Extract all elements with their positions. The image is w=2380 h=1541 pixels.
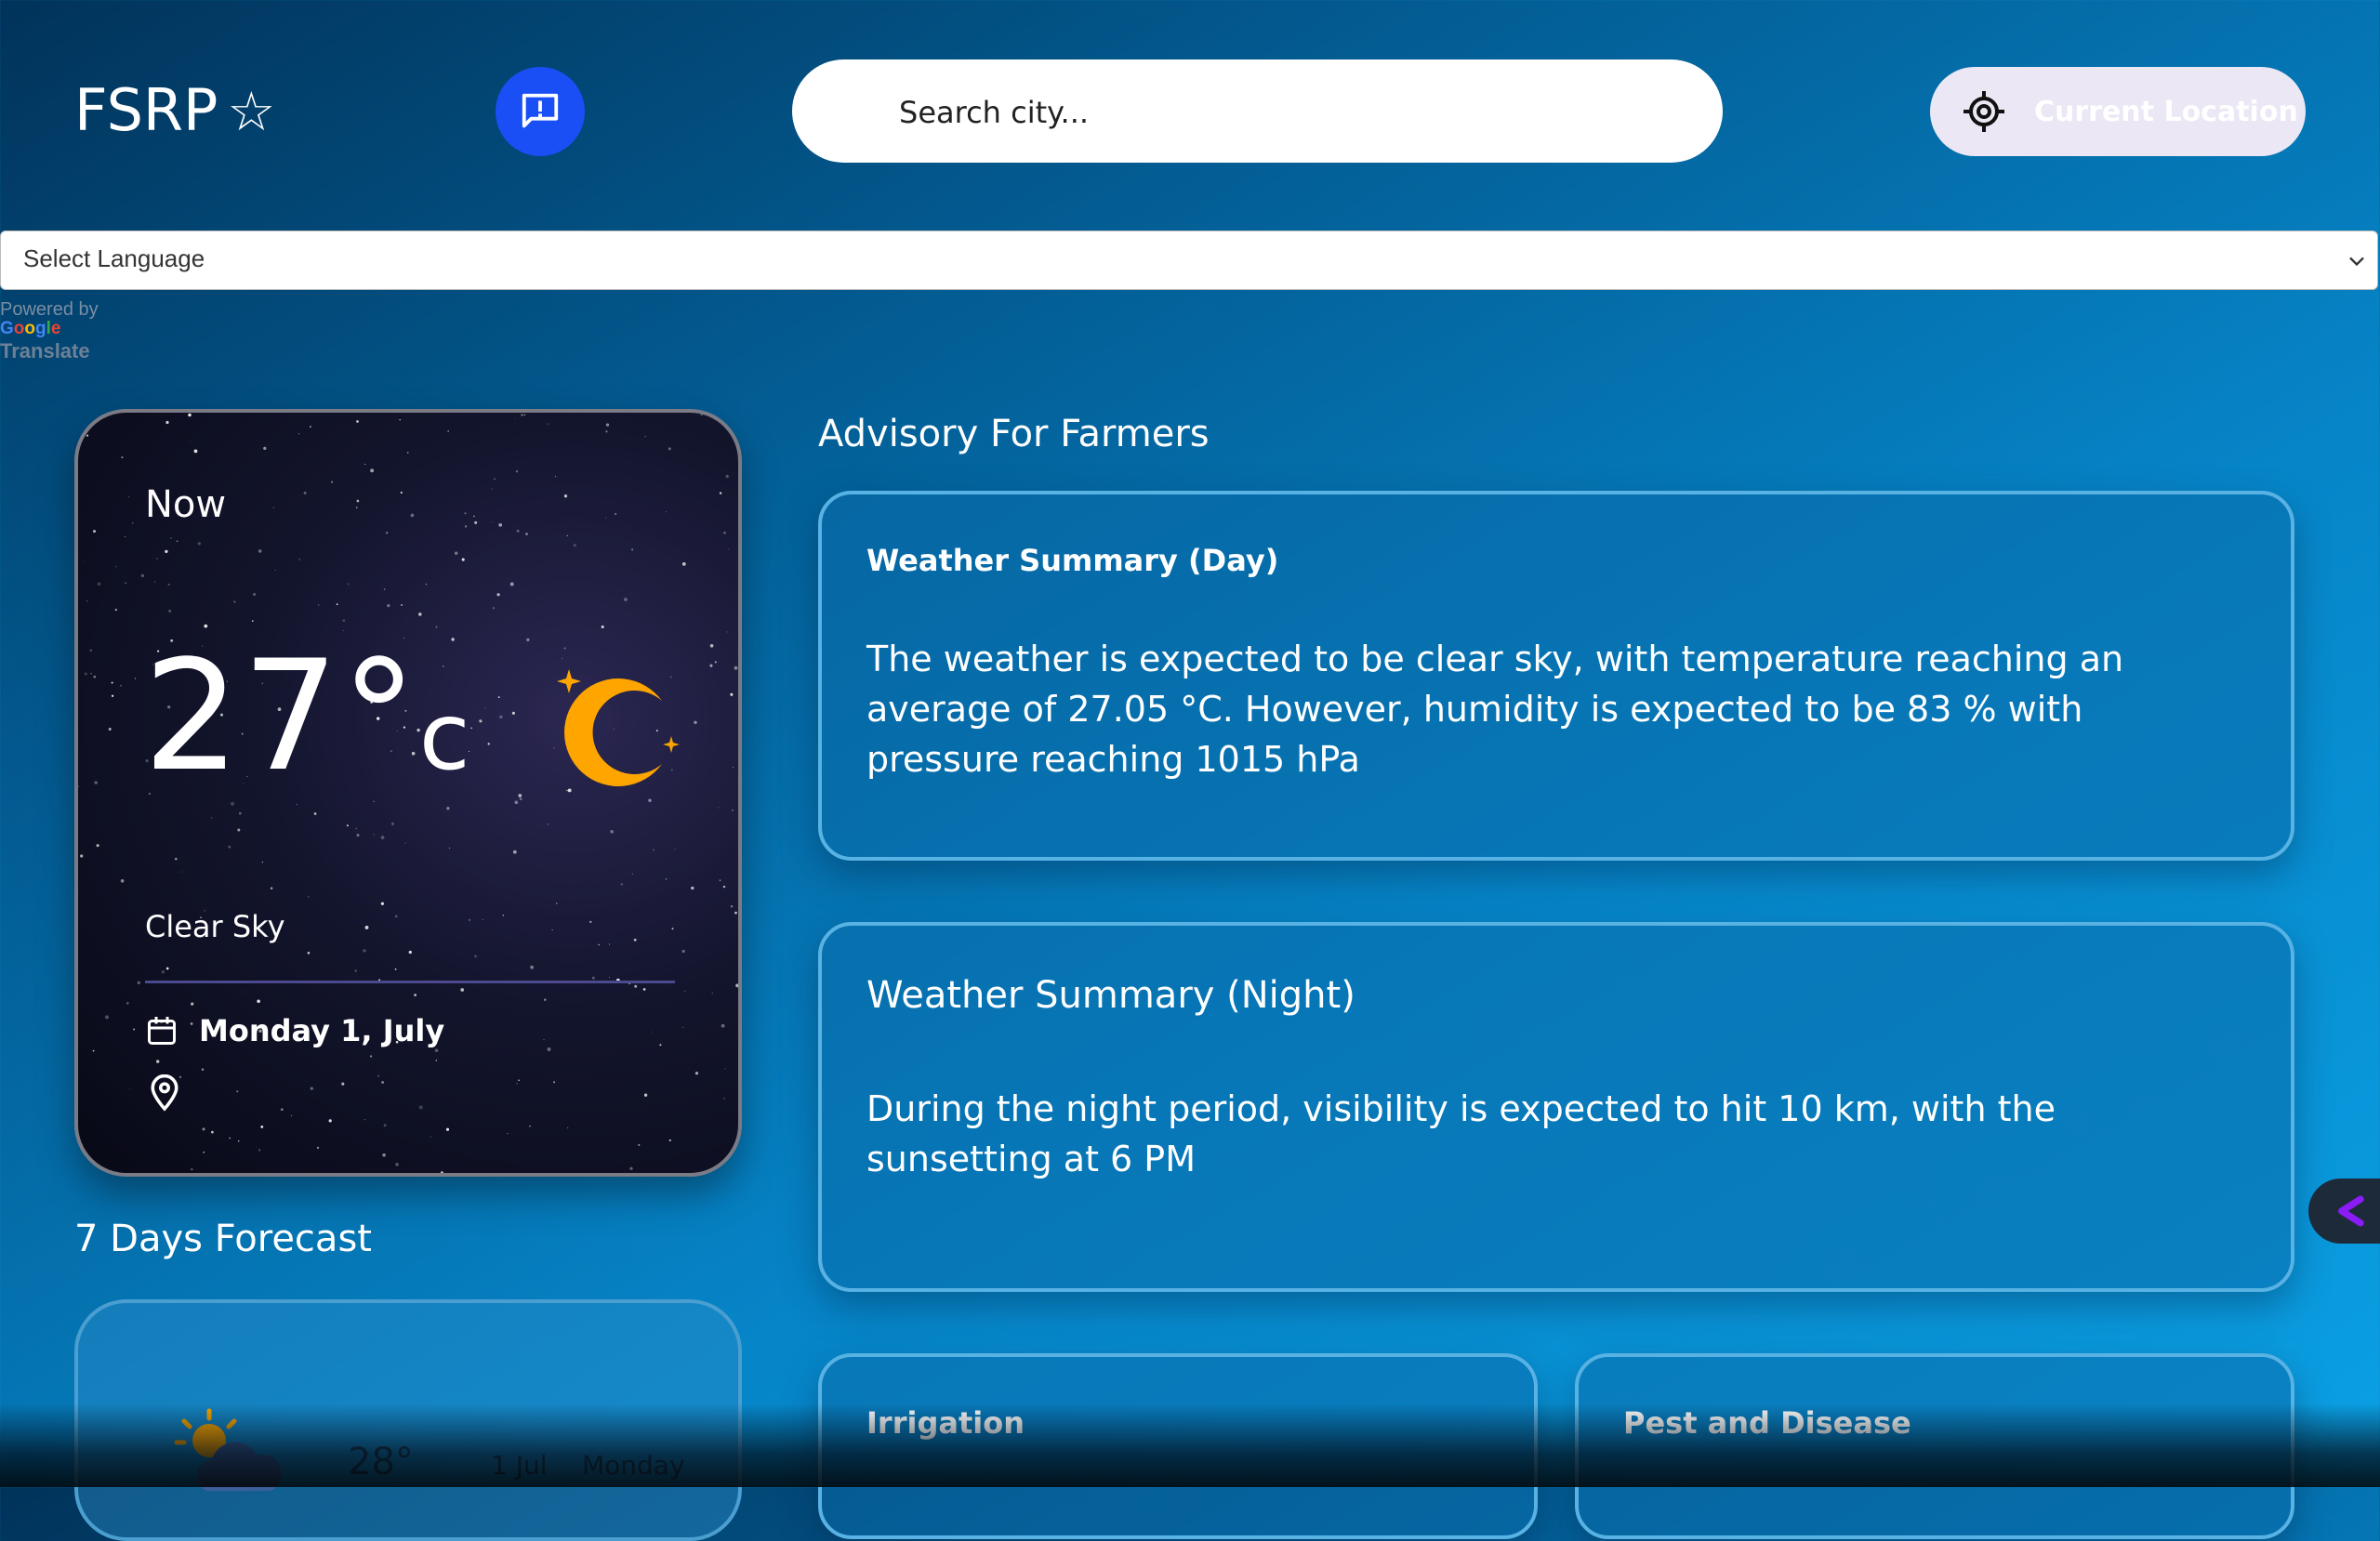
- night-summary-text: During the night period, visibility is e…: [866, 1084, 2224, 1184]
- partly-cloudy-icon: [167, 1405, 288, 1498]
- current-location-label: Current Location: [2034, 96, 2298, 128]
- day-summary-card: Weather Summary (Day) The weather is exp…: [818, 491, 2294, 861]
- search-bar: [792, 59, 1723, 163]
- feedback-button[interactable]: [496, 67, 585, 156]
- current-temperature: 27°c: [143, 640, 472, 813]
- advisory-title: Advisory For Farmers: [818, 413, 1210, 455]
- header: FSRP☆ Current Location: [0, 0, 2380, 223]
- current-weather-card: Now 27°c Clear Sky Monday 1, July: [74, 409, 742, 1177]
- location-pin-icon: [149, 1074, 180, 1112]
- crosshair-icon: [1962, 89, 2006, 134]
- day-summary-text: The weather is expected to be clear sky,…: [866, 634, 2224, 784]
- forecast-temp: 28°: [348, 1441, 414, 1483]
- feedback-icon: [519, 90, 562, 133]
- now-label: Now: [145, 483, 226, 526]
- irrigation-heading: Irrigation: [866, 1405, 1025, 1441]
- powered-by-text: Powered by: [0, 299, 99, 320]
- chevron-left-icon: [2330, 1191, 2371, 1231]
- star-icon: ☆: [227, 80, 275, 143]
- irrigation-card: Irrigation: [818, 1353, 1538, 1539]
- moon-icon: [552, 654, 692, 794]
- calendar-icon: [145, 1014, 178, 1047]
- weather-condition: Clear Sky: [145, 909, 285, 944]
- language-select-value: Select Language: [23, 244, 205, 273]
- day-summary-heading: Weather Summary (Day): [866, 543, 1278, 578]
- google-translate-attribution: Powered by Google Translate: [0, 299, 99, 364]
- translate-link[interactable]: Translate: [0, 338, 99, 364]
- temperature-value: 27°: [143, 627, 419, 805]
- night-summary-heading: Weather Summary (Night): [866, 974, 1355, 1017]
- divider: [145, 981, 675, 983]
- date-row: Monday 1, July: [145, 1013, 444, 1048]
- temperature-unit: c: [419, 682, 472, 791]
- language-select[interactable]: Select Language: [0, 230, 2378, 290]
- pest-disease-card: Pest and Disease: [1575, 1353, 2294, 1539]
- current-date: Monday 1, July: [199, 1013, 444, 1048]
- forecast-card: 28° 1 Jul Monday: [74, 1299, 742, 1541]
- pest-disease-heading: Pest and Disease: [1623, 1405, 1911, 1441]
- app-logo[interactable]: FSRP☆: [74, 82, 275, 140]
- search-input[interactable]: [897, 59, 1700, 165]
- forecast-date: 1 Jul: [491, 1450, 548, 1481]
- app-logo-text: FSRP: [74, 76, 218, 144]
- current-location-button[interactable]: Current Location: [1930, 67, 2306, 156]
- google-logo[interactable]: Google: [0, 320, 99, 338]
- side-panel-toggle[interactable]: [2308, 1179, 2380, 1244]
- forecast-title: 7 Days Forecast: [74, 1218, 372, 1260]
- forecast-day: Monday: [582, 1450, 685, 1481]
- night-summary-card: Weather Summary (Night) During the night…: [818, 922, 2294, 1292]
- chevron-down-icon: [2344, 248, 2370, 274]
